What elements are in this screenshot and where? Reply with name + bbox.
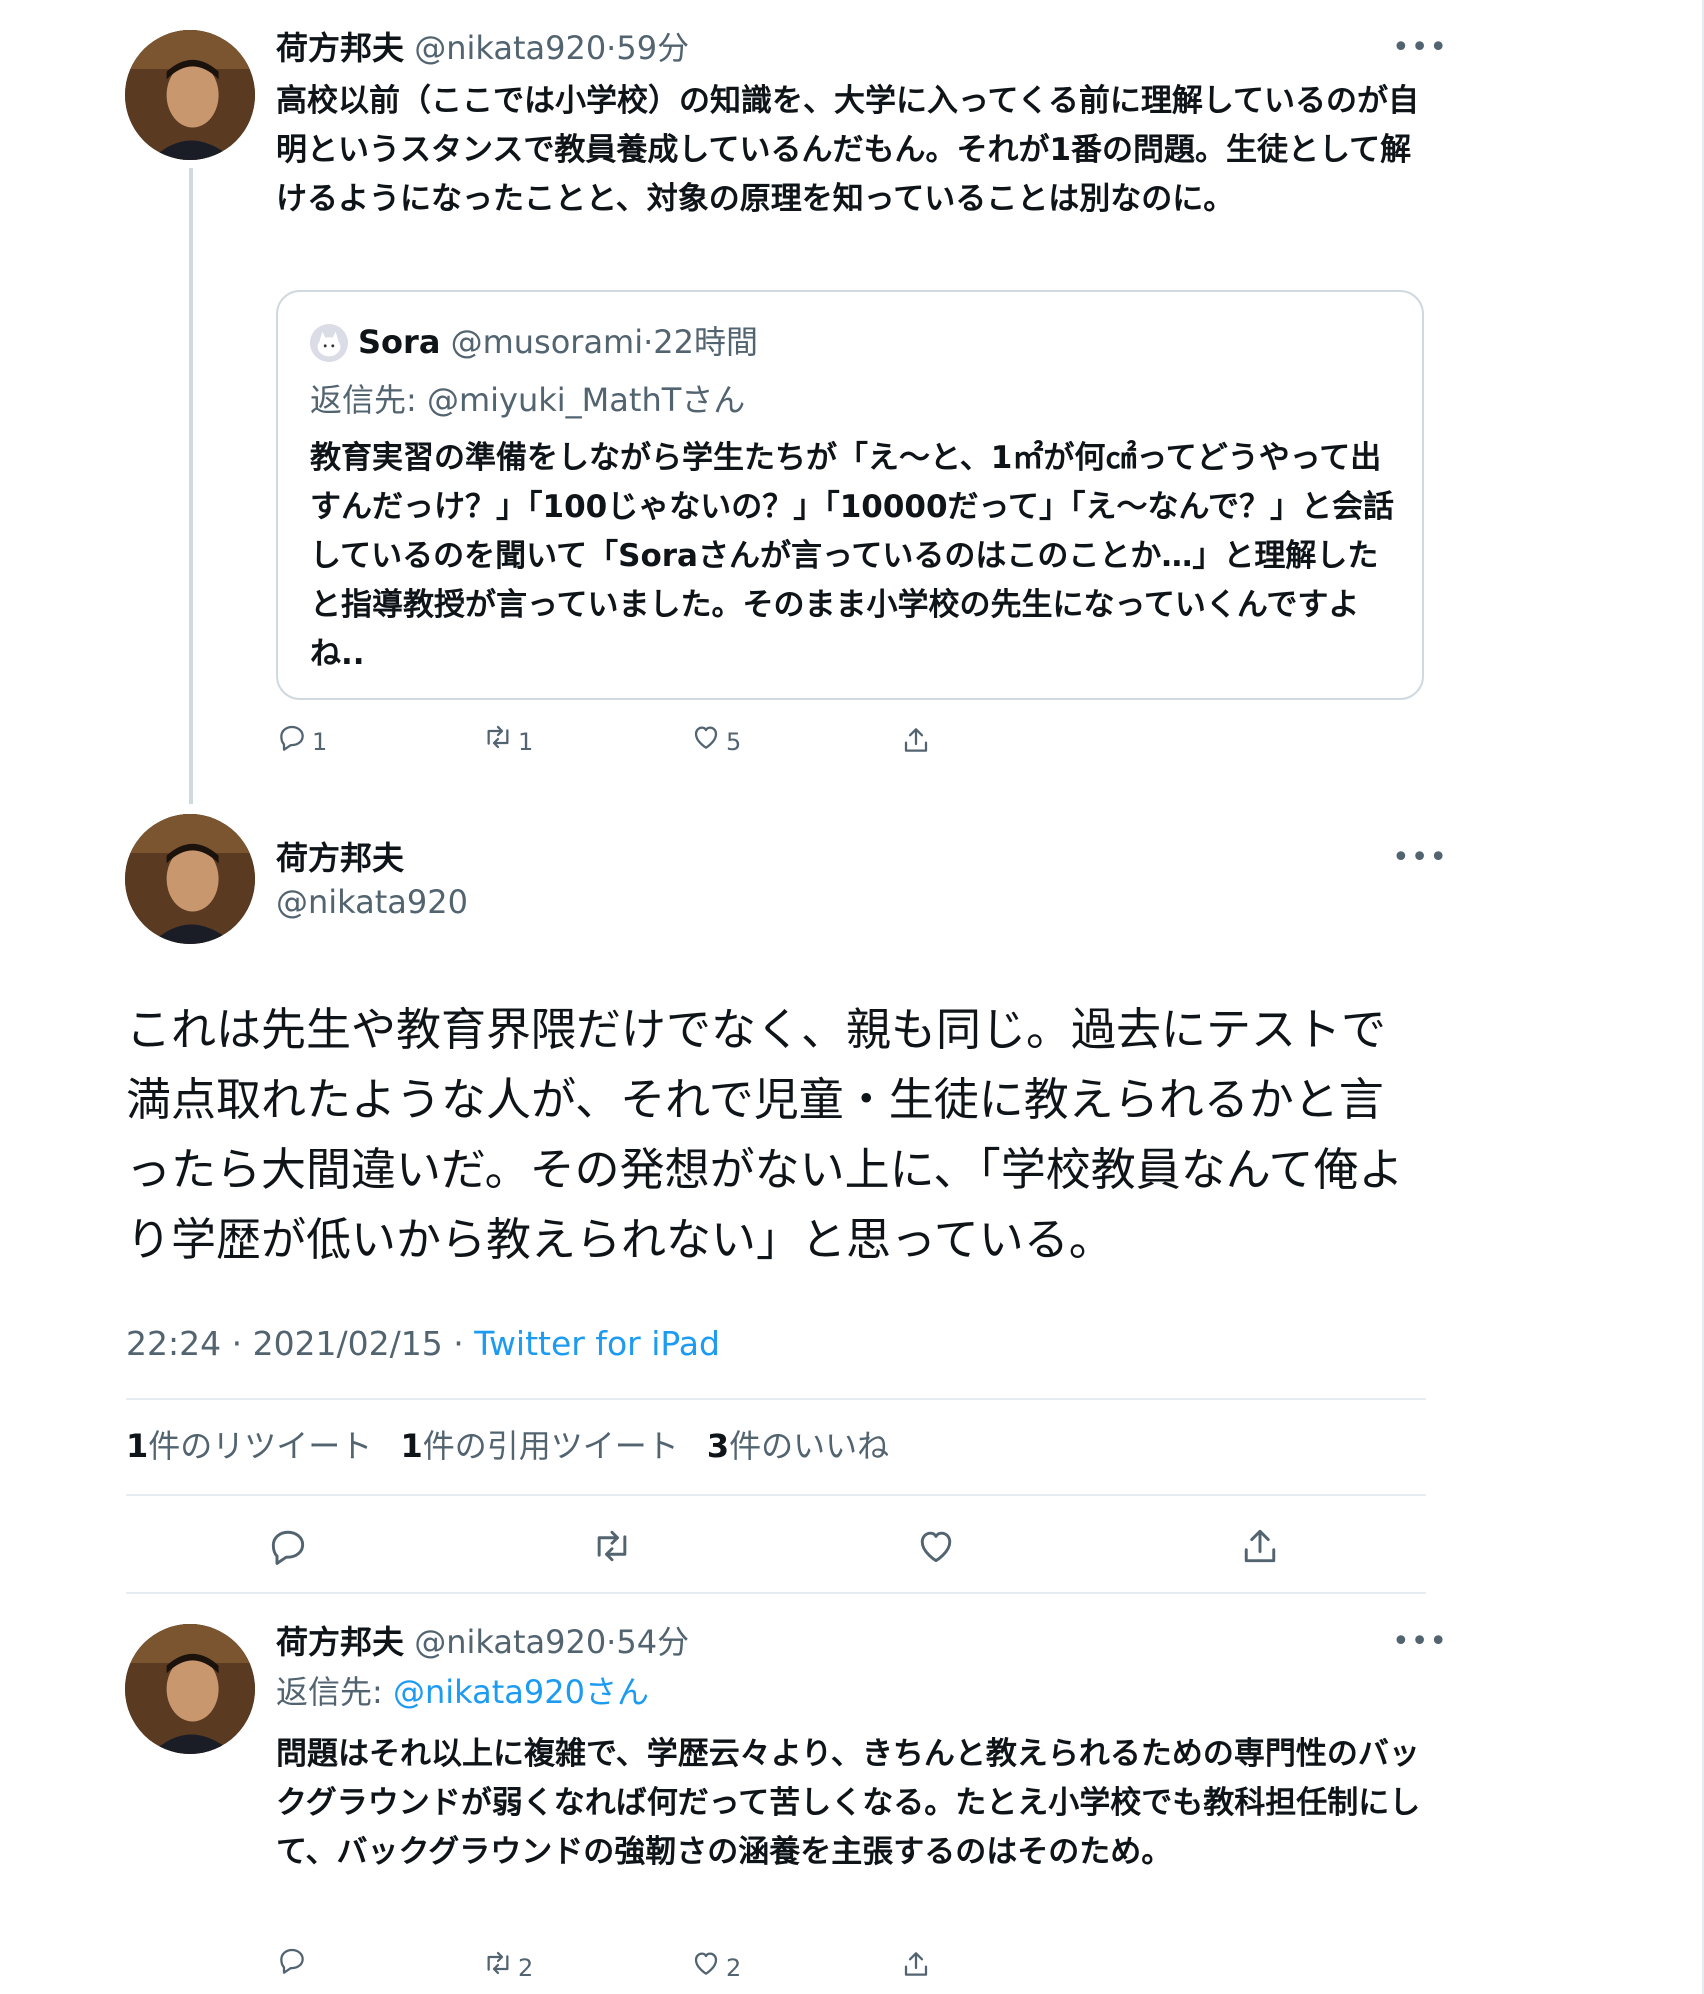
avatar[interactable] [125,814,255,944]
share-icon [904,1952,928,1976]
tweet-header: 荷方邦夫 @nikata920·54分 [276,1622,689,1662]
like-button[interactable]: 2 [690,1944,741,1982]
retweet-count: 1 [518,728,534,756]
like-count: 2 [726,1954,742,1982]
author-name[interactable]: 荷方邦夫 [276,1623,404,1661]
retweet-icon [487,1951,509,1975]
author-name-block[interactable]: 荷方邦夫 [276,838,404,878]
retweet-button[interactable] [590,1524,634,1568]
more-options-icon[interactable]: ••• [1392,843,1448,873]
quote-header: Sora @musorami·22時間 [358,322,758,362]
tweet-meta: 22:24 · 2021/02/15 · Twitter for iPad [126,1322,720,1366]
divider [126,1494,1426,1496]
author-handle-block[interactable]: @nikata920 [276,882,468,922]
quotes-count: 1 [400,1427,423,1465]
retweet-button[interactable]: 1 [482,718,533,756]
reply-to-handle[interactable]: @nikata920さん [393,1673,649,1711]
retweets-stat[interactable]: 1件のリツイート [126,1427,372,1465]
quotes-stat[interactable]: 1件の引用ツイート [400,1427,678,1465]
tweet-time[interactable]: 54分 [616,1623,689,1661]
reply-to-line: 返信先: @nikata920さん [276,1672,649,1712]
heart-icon [694,1952,718,1975]
reply-count: 1 [312,728,328,756]
like-button[interactable] [914,1524,958,1568]
likes-stat[interactable]: 3件のいいね [707,1427,889,1465]
reply-button[interactable] [266,1524,310,1568]
retweet-button[interactable]: 2 [482,1944,533,1982]
more-options-icon[interactable]: ••• [1392,33,1448,63]
separator-dot: · [643,323,654,361]
reply-button[interactable]: 1 [276,718,327,756]
like-button[interactable]: 5 [690,718,741,756]
share-button[interactable] [1238,1524,1282,1568]
cat-avatar-icon [310,324,348,362]
tweet-source-link[interactable]: Twitter for iPad [474,1324,720,1363]
retweet-count: 2 [518,1954,534,1982]
author-handle[interactable]: @nikata920 [414,29,606,67]
reply-prefix: 返信先: [310,381,427,419]
share-button[interactable] [900,1948,932,1980]
avatar-photo-icon [125,30,255,160]
divider [126,1398,1426,1400]
avatar[interactable] [125,1624,255,1754]
quote-avatar [310,324,348,362]
author-handle[interactable]: @nikata920 [276,883,468,921]
quoted-tweet[interactable]: Sora @musorami·22時間 返信先: @miyuki_MathTさん… [276,290,1424,700]
author-name[interactable]: 荷方邦夫 [276,839,404,877]
avatar-photo-icon [125,814,255,944]
reply-icon [280,1948,304,1974]
reply-icon [280,725,304,751]
retweet-icon [597,1530,627,1562]
reply-icon [271,1530,305,1565]
reply-prefix: 返信先: [276,1673,393,1711]
tweet-text: 高校以前（ここでは小学校）の知識を、大学に入ってくる前に理解しているのが自明とい… [276,83,1419,217]
separator-dot: · [606,1623,617,1661]
share-icon [1244,1529,1276,1563]
likes-label: 件のいいね [729,1427,890,1465]
author-handle[interactable]: @nikata920 [414,1623,606,1661]
avatar-photo-icon [125,1624,255,1754]
reply-to-handle: @miyuki_MathTさん [426,381,746,419]
thread-connector [189,168,193,804]
quote-author-handle: @musorami [450,323,644,361]
quote-reply-to: 返信先: @miyuki_MathTさん [310,380,745,420]
main-tweet-text: これは先生や教育界隈だけでなく、親も同じ。過去にテストで満点取れたような人が、そ… [126,1003,1404,1266]
divider [126,1592,1426,1594]
heart-icon [694,726,718,749]
tweet-text: 問題はそれ以上に複雑で、学歴云々より、きちんと教えられるための専門性のバックグラ… [276,1736,1421,1870]
avatar[interactable] [125,30,255,160]
heart-icon [920,1531,952,1563]
quotes-label: 件の引用ツイート [422,1427,679,1465]
retweet-icon [487,725,509,749]
retweets-count: 1 [126,1427,149,1465]
tweet-time[interactable]: 59分 [616,29,689,67]
quote-time: 22時間 [653,323,759,361]
tweet-header: 荷方邦夫 @nikata920·59分 [276,28,689,68]
reply-button[interactable] [276,1944,308,1976]
tweet-timestamp[interactable]: 22:24 · 2021/02/15 · [126,1324,474,1363]
likes-count: 3 [706,1427,730,1465]
retweets-label: 件のリツイート [148,1427,373,1465]
quote-text: 教育実習の準備をしながら学生たちが「え〜と、1㎡が何㎠ってどうやって出すんだっけ… [310,440,1394,672]
separator-dot: · [606,29,617,67]
share-button[interactable] [900,724,932,756]
engagement-stats: 1件のリツイート 1件の引用ツイート 3件のいいね [126,1424,907,1468]
quote-author-name: Sora [358,323,441,361]
share-icon [904,728,928,752]
more-options-icon[interactable]: ••• [1392,1627,1448,1657]
like-count: 5 [726,728,742,756]
author-name[interactable]: 荷方邦夫 [276,29,404,67]
